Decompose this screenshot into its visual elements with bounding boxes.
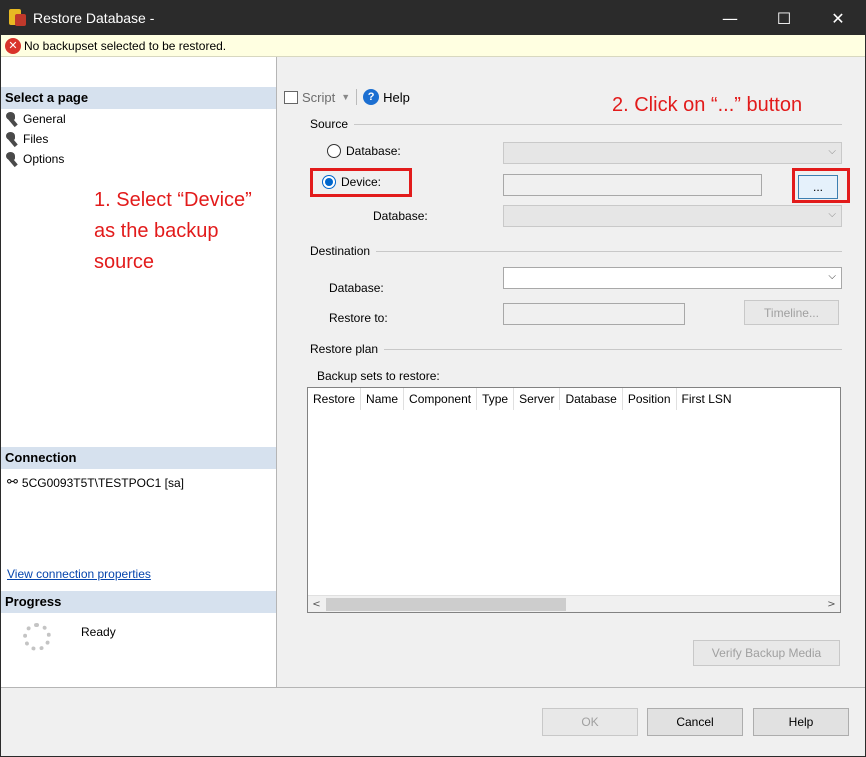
toolbar-separator	[356, 89, 358, 105]
scrollbar-thumb[interactable]	[326, 598, 566, 611]
scroll-left-icon[interactable]: <	[308, 596, 325, 613]
page-item-label: Files	[23, 132, 49, 146]
step1-annotation: 1. Select “Device” as the backup source	[94, 185, 252, 278]
backup-sets-grid[interactable]: Restore Name Component Type Server Datab…	[307, 387, 841, 613]
help-icon: ?	[363, 89, 380, 105]
grid-header: Restore Name Component Type Server Datab…	[308, 388, 737, 410]
horizontal-scrollbar[interactable]: < >	[308, 595, 840, 612]
close-button[interactable]: ✕	[811, 1, 865, 35]
help-button[interactable]: Help	[753, 708, 849, 736]
ok-button[interactable]: OK	[542, 708, 638, 736]
view-connection-properties-link[interactable]: View connection properties	[7, 567, 151, 581]
source-group-line	[310, 124, 842, 125]
source-database-combo-disabled[interactable]: ⌵	[503, 142, 842, 164]
destination-database-label: Database:	[329, 281, 384, 295]
database-radio-label: Database:	[346, 144, 401, 158]
scroll-right-icon[interactable]: >	[823, 596, 840, 613]
restore-database-dialog: Restore Database - — ☐ ✕ ✕ No backupset …	[0, 0, 866, 757]
step1-line-3: source	[94, 251, 155, 273]
step2-annotation: 2. Click on “...” button	[612, 94, 803, 116]
source-group-label: Source	[310, 117, 355, 131]
source-database-label: Database:	[373, 209, 428, 223]
column-header-type[interactable]: Type	[477, 388, 515, 410]
maximize-button[interactable]: ☐	[757, 1, 811, 35]
connection-header: Connection	[1, 447, 276, 469]
connection-info: ⚯ 5CG0093T5T\TESTPOC1 [sa]	[7, 475, 184, 490]
chevron-down-icon: ⌵	[828, 146, 836, 157]
progress-header: Progress	[1, 591, 276, 613]
wrench-icon	[5, 152, 19, 168]
column-header-name[interactable]: Name	[361, 388, 405, 410]
column-header-first-lsn[interactable]: First LSN	[677, 388, 737, 410]
restore-to-input[interactable]	[503, 303, 685, 325]
ssms-app-icon	[9, 9, 27, 27]
column-header-restore[interactable]: Restore	[308, 388, 362, 410]
error-message: No backupset selected to be restored.	[24, 38, 227, 53]
page-item-label: Options	[23, 152, 65, 166]
cancel-button[interactable]: Cancel	[647, 708, 743, 736]
dialog-footer: OK Cancel Help	[1, 687, 865, 756]
server-connection-icon: ⚯	[7, 475, 18, 490]
chevron-down-icon: ⌵	[828, 271, 836, 282]
destination-group-line	[310, 251, 842, 252]
source-database-combo[interactable]: ⌵	[503, 205, 842, 227]
help-toolbar-button[interactable]: Help	[383, 90, 410, 105]
wrench-icon	[5, 112, 19, 128]
column-header-position[interactable]: Position	[623, 388, 677, 410]
error-banner: ✕ No backupset selected to be restored.	[1, 35, 865, 57]
error-icon: ✕	[5, 37, 21, 54]
column-header-component[interactable]: Component	[404, 388, 478, 410]
page-item-general[interactable]: General	[5, 109, 66, 129]
device-highlight-box	[310, 168, 412, 197]
database-radio[interactable]	[327, 144, 341, 158]
window-title: Restore Database -	[33, 10, 155, 26]
browse-highlight-box	[792, 168, 850, 203]
page-item-label: General	[23, 112, 66, 126]
toolbar: Script ▼ ? Help	[284, 89, 410, 105]
script-dropdown-icon[interactable]: ▼	[341, 92, 350, 102]
script-button[interactable]: Script	[302, 90, 335, 105]
connection-label: 5CG0093T5T\TESTPOC1 [sa]	[21, 475, 184, 490]
verify-backup-media-button[interactable]: Verify Backup Media	[693, 640, 840, 666]
wrench-icon	[5, 132, 19, 148]
minimize-button[interactable]: —	[703, 1, 757, 35]
chevron-down-icon: ⌵	[828, 209, 836, 220]
restore-plan-group-label: Restore plan	[310, 342, 385, 356]
device-path-input[interactable]	[503, 174, 762, 196]
column-header-database[interactable]: Database	[560, 388, 623, 410]
progress-spinner-icon	[23, 623, 51, 651]
destination-database-combo[interactable]: ⌵	[503, 267, 842, 289]
restore-to-label: Restore to:	[329, 311, 388, 325]
left-pane: Select a page General Files Options Conn…	[1, 57, 277, 687]
progress-status: Ready	[81, 625, 116, 639]
restore-plan-group-line	[310, 349, 842, 350]
page-item-files[interactable]: Files	[5, 129, 48, 149]
step1-line-2: as the backup	[94, 220, 219, 242]
script-icon	[284, 90, 298, 104]
step1-line-1: 1. Select “Device”	[94, 189, 252, 211]
column-header-server[interactable]: Server	[514, 388, 561, 410]
backup-sets-label: Backup sets to restore:	[317, 369, 440, 383]
page-item-options[interactable]: Options	[5, 149, 64, 169]
title-bar: Restore Database - — ☐ ✕	[1, 1, 865, 35]
destination-group-label: Destination	[310, 244, 377, 258]
right-pane: Script ▼ ? Help Source Database: ⌵ Devic…	[278, 57, 865, 687]
timeline-button[interactable]: Timeline...	[744, 300, 839, 325]
select-page-header: Select a page	[1, 87, 276, 109]
